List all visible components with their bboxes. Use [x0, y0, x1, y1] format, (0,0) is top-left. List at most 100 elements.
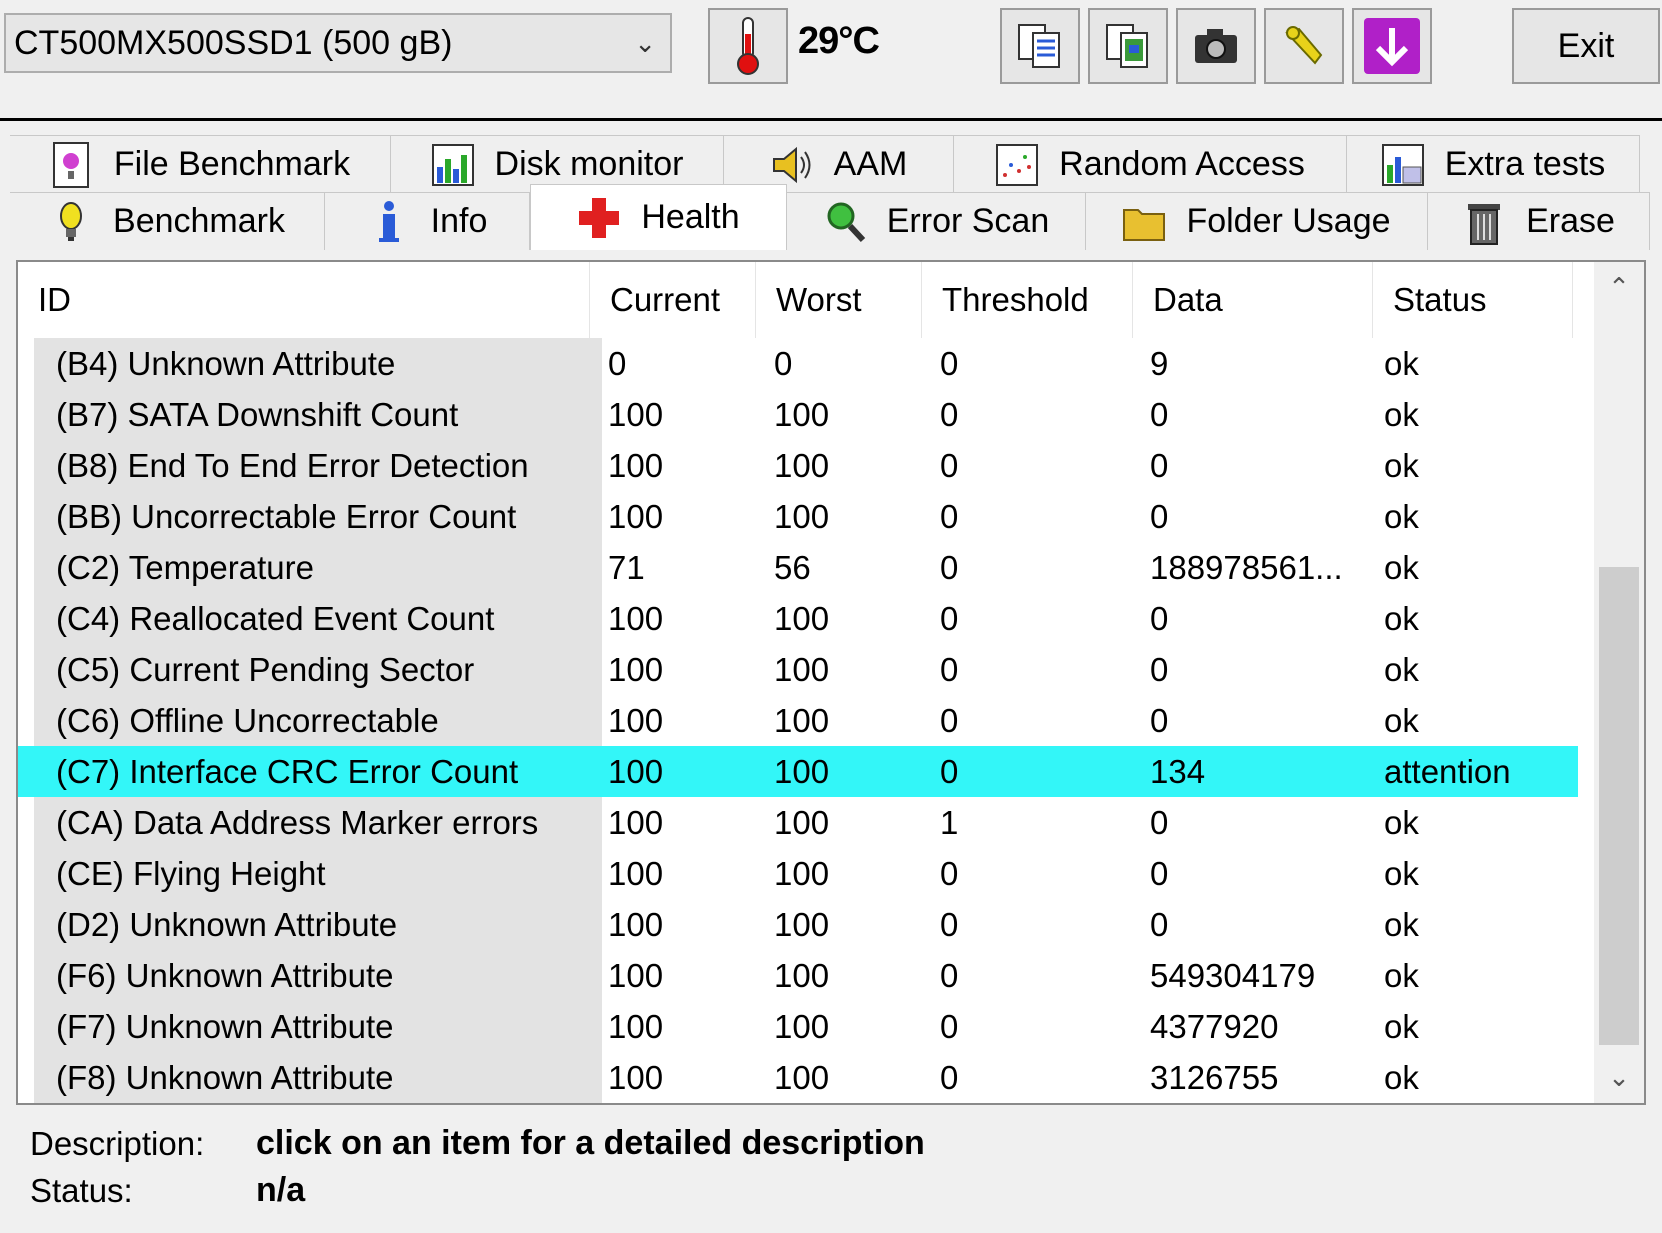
cell-status: ok: [1384, 600, 1419, 637]
table-row[interactable]: (B8) End To End Error Detection 100 100 0 0 o…: [18, 440, 1578, 491]
tab-benchmark[interactable]: Benchmark: [10, 192, 325, 250]
cell-status: ok: [1384, 447, 1419, 484]
cell-current: 100: [608, 753, 664, 790]
cell-id: (CA) Data Address Marker errors: [56, 804, 539, 841]
trash-icon: [1468, 203, 1501, 245]
cell-data: 0: [1150, 804, 1169, 841]
tab-row-2: Benchmark Info Health Error Scan Folder …: [10, 184, 1650, 250]
status-value: n/a: [256, 1171, 306, 1209]
tab-label: Extra tests: [1444, 145, 1606, 183]
disk-monitor-icon: [431, 143, 474, 186]
table-row[interactable]: (C4) Reallocated Event Count 100 100 0 0 ok: [18, 593, 1578, 644]
cell-current: 100: [608, 447, 664, 484]
cell-worst: 100: [774, 1059, 830, 1096]
table-row[interactable]: (CA) Data Address Marker errors 100 100 1 0 o…: [18, 797, 1578, 848]
tab-info[interactable]: Info: [325, 192, 530, 250]
cell-current: 0: [608, 345, 627, 382]
scroll-down-icon[interactable]: ⌄: [1594, 1062, 1644, 1093]
temperature-readout: 29°C: [798, 20, 880, 62]
table-row[interactable]: (CE) Flying Height 100 100 0 0 ok: [18, 848, 1578, 899]
cell-id: (C7) Interface CRC Error Count: [56, 753, 519, 790]
cell-status: ok: [1384, 1059, 1419, 1096]
table-row[interactable]: (C5) Current Pending Sector 100 100 0 0 ok: [18, 644, 1578, 695]
cell-status: ok: [1384, 957, 1419, 994]
cell-worst: 100: [774, 396, 830, 433]
extra-tests-icon: [1381, 143, 1424, 186]
cell-id: (C5) Current Pending Sector: [56, 651, 475, 688]
cell-threshold: 1: [940, 804, 959, 841]
cell-id: (CE) Flying Height: [56, 855, 326, 892]
cell-status: ok: [1384, 804, 1419, 841]
drive-select-value: CT500MX500SSD1 (500 gB): [14, 24, 453, 62]
scroll-thumb[interactable]: [1599, 567, 1639, 1045]
download-button[interactable]: [1352, 8, 1432, 84]
cell-id: (F8) Unknown Attribute: [56, 1059, 394, 1096]
copy-image-button[interactable]: [1088, 8, 1168, 84]
chevron-down-icon: ⌄: [634, 28, 656, 58]
tab-row-1: File Benchmark Disk monitor AAM Random A…: [10, 135, 1650, 193]
cell-data: 0: [1150, 447, 1169, 484]
cell-threshold: 0: [940, 906, 959, 943]
table-row[interactable]: (D2) Unknown Attribute 100 100 0 0 ok: [18, 899, 1578, 950]
cell-data: 0: [1150, 498, 1169, 535]
cell-status: ok: [1384, 345, 1419, 382]
table-row[interactable]: (F7) Unknown Attribute 100 100 0 4377920 ok: [18, 1001, 1578, 1052]
table-row[interactable]: (F8) Unknown Attribute 100 100 0 3126755 ok: [18, 1052, 1578, 1103]
tab-extra-tests[interactable]: Extra tests: [1347, 135, 1640, 193]
table-row[interactable]: (F6) Unknown Attribute 100 100 0 549304179 ok: [18, 950, 1578, 1001]
cell-worst: 100: [774, 957, 830, 994]
column-header-current[interactable]: Current: [590, 262, 756, 338]
table-row[interactable]: (C6) Offline Uncorrectable 100 100 0 0 ok: [18, 695, 1578, 746]
tab-folder-usage[interactable]: Folder Usage: [1086, 192, 1428, 250]
file-benchmark-icon: [52, 141, 89, 188]
tab-label: AAM: [833, 145, 908, 183]
cell-worst: 0: [774, 345, 793, 382]
cell-current: 100: [608, 702, 664, 739]
column-header-worst[interactable]: Worst: [756, 262, 922, 338]
magnifier-icon: [827, 202, 865, 242]
tab-health[interactable]: Health: [530, 184, 787, 250]
cell-data: 0: [1150, 396, 1169, 433]
screenshot-button[interactable]: [1176, 8, 1256, 84]
cell-threshold: 0: [940, 651, 959, 688]
tab-erase[interactable]: Erase: [1428, 192, 1650, 250]
copy-text-button[interactable]: [1000, 8, 1080, 84]
cell-data: 188978561...: [1150, 549, 1343, 586]
cell-current: 100: [608, 498, 664, 535]
options-wrench-icon: [1285, 26, 1323, 65]
cell-id: (B7) SATA Downshift Count: [56, 396, 459, 433]
exit-button[interactable]: Exit: [1512, 8, 1660, 84]
cell-status: ok: [1384, 396, 1419, 433]
speaker-icon: [772, 146, 811, 183]
cell-threshold: 0: [940, 498, 959, 535]
cell-threshold: 0: [940, 1008, 959, 1045]
vertical-scrollbar[interactable]: ⌃ ⌄: [1594, 262, 1644, 1103]
drive-select[interactable]: CT500MX500SSD1 (500 gB) ⌄: [4, 13, 672, 73]
cell-threshold: 0: [940, 345, 959, 382]
tab-error-scan[interactable]: Error Scan: [787, 192, 1086, 250]
temperature-button[interactable]: [708, 8, 788, 84]
tab-random-access[interactable]: Random Access: [954, 135, 1347, 193]
cell-threshold: 0: [940, 855, 959, 892]
table-row[interactable]: (B7) SATA Downshift Count 100 100 0 0 ok: [18, 389, 1578, 440]
download-arrow-icon: [1364, 18, 1420, 74]
column-header-data[interactable]: Data: [1133, 262, 1373, 338]
table-row[interactable]: (B4) Unknown Attribute 0 0 0 9 ok: [18, 338, 1578, 389]
status-label: Status:: [30, 1172, 133, 1209]
cell-worst: 56: [774, 549, 811, 586]
cell-data: 549304179: [1150, 957, 1316, 994]
copy-text-icon: [1018, 24, 1060, 68]
table-row[interactable]: (BB) Uncorrectable Error Count 100 100 0 0 ok: [18, 491, 1578, 542]
column-header-status[interactable]: Status: [1373, 262, 1573, 338]
cell-status: ok: [1384, 1008, 1419, 1045]
cell-worst: 100: [774, 651, 830, 688]
column-header-threshold[interactable]: Threshold: [922, 262, 1133, 338]
cell-data: 3126755: [1150, 1059, 1279, 1096]
table-row[interactable]: (C2) Temperature 71 56 0 188978561... ok: [18, 542, 1578, 593]
column-header-id[interactable]: ID: [18, 262, 590, 338]
options-button[interactable]: [1264, 8, 1344, 84]
cell-data: 0: [1150, 906, 1169, 943]
tab-file-benchmark[interactable]: File Benchmark: [10, 135, 391, 193]
scroll-up-icon[interactable]: ⌃: [1594, 272, 1644, 303]
table-row-selected[interactable]: (C7) Interface CRC Error Count 100 100 0 134…: [18, 746, 1578, 797]
